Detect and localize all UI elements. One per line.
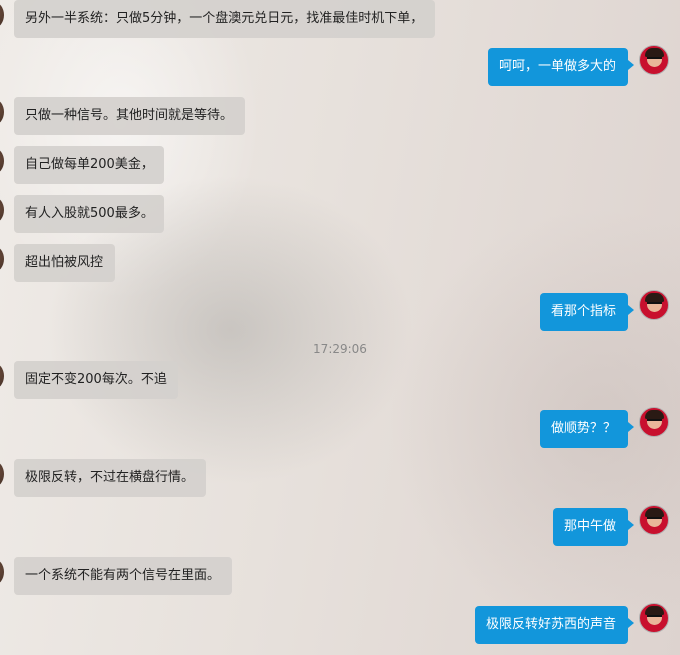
message-text: 一个系统不能有两个信号在里面。: [25, 568, 221, 583]
message-incoming: 自己做每单200美金，: [0, 146, 680, 184]
message-outgoing: 做顺势？？: [0, 407, 680, 448]
message-bubble[interactable]: 另外一半系统：只做5分钟，一个盘澳元兑日元，找准最佳时机下单，: [14, 0, 435, 38]
message-incoming: 只做一种信号。其他时间就是等待。: [0, 97, 680, 135]
message-outgoing: 看那个指标: [0, 290, 680, 331]
message-text: 极限反转，不过在横盘行情。: [25, 470, 195, 485]
contact-avatar-icon[interactable]: [0, 246, 4, 272]
message-outgoing: 极限反转好苏西的声音: [0, 603, 680, 644]
contact-avatar-icon[interactable]: [0, 461, 4, 487]
message-text: 呵呵，一单做多大的: [499, 59, 617, 74]
user-avatar-icon[interactable]: [639, 407, 669, 437]
message-outgoing: 那中午做: [0, 505, 680, 546]
message-bubble[interactable]: 固定不变200每次。不追: [14, 361, 178, 399]
contact-avatar-icon[interactable]: [0, 559, 4, 585]
message-incoming: 极限反转，不过在横盘行情。: [0, 459, 680, 497]
message-text: 看那个指标: [551, 304, 617, 319]
message-outgoing: 呵呵，一单做多大的: [0, 45, 680, 86]
message-bubble[interactable]: 自己做每单200美金，: [14, 146, 164, 184]
contact-avatar-icon[interactable]: [0, 197, 4, 223]
message-text: 另外一半系统：只做5分钟，一个盘澳元兑日元，找准最佳时机下单，: [25, 11, 424, 26]
message-bubble[interactable]: 一个系统不能有两个信号在里面。: [14, 557, 232, 595]
message-bubble[interactable]: 有人入股就500最多。: [14, 195, 164, 233]
message-text: 极限反转好苏西的声音: [486, 617, 617, 632]
message-text: 做顺势？？: [551, 421, 617, 436]
message-incoming: 一个系统不能有两个信号在里面。: [0, 557, 680, 595]
message-bubble[interactable]: 那中午做: [553, 508, 634, 546]
message-text: 超出怕被风控: [25, 255, 104, 270]
contact-avatar-icon[interactable]: [0, 148, 4, 174]
message-text: 固定不变200每次。不追: [25, 372, 167, 387]
user-avatar-icon[interactable]: [639, 505, 669, 535]
message-bubble[interactable]: 只做一种信号。其他时间就是等待。: [14, 97, 245, 135]
message-bubble[interactable]: 呵呵，一单做多大的: [488, 48, 634, 86]
message-text: 那中午做: [564, 519, 617, 534]
message-bubble[interactable]: 超出怕被风控: [14, 244, 115, 282]
message-incoming: 超出怕被风控: [0, 244, 680, 282]
message-bubble[interactable]: 极限反转好苏西的声音: [475, 606, 634, 644]
user-avatar-icon[interactable]: [639, 603, 669, 633]
message-text: 只做一种信号。其他时间就是等待。: [25, 108, 234, 123]
message-text: 自己做每单200美金，: [25, 157, 154, 172]
contact-avatar-icon[interactable]: [0, 99, 4, 125]
contact-avatar-icon[interactable]: [0, 363, 4, 389]
message-bubble[interactable]: 看那个指标: [540, 293, 634, 331]
message-text: 有人入股就500最多。: [25, 206, 154, 221]
message-bubble[interactable]: 做顺势？？: [540, 410, 634, 448]
message-incoming: 另外一半系统：只做5分钟，一个盘澳元兑日元，找准最佳时机下单，: [0, 0, 680, 38]
message-incoming: 有人入股就500最多。: [0, 195, 680, 233]
message-incoming: 固定不变200每次。不追: [0, 361, 680, 399]
user-avatar-icon[interactable]: [639, 45, 669, 75]
contact-avatar-icon[interactable]: [0, 2, 4, 28]
message-bubble[interactable]: 极限反转，不过在横盘行情。: [14, 459, 206, 497]
user-avatar-icon[interactable]: [639, 290, 669, 320]
message-timestamp: 17:29:06: [313, 342, 367, 356]
